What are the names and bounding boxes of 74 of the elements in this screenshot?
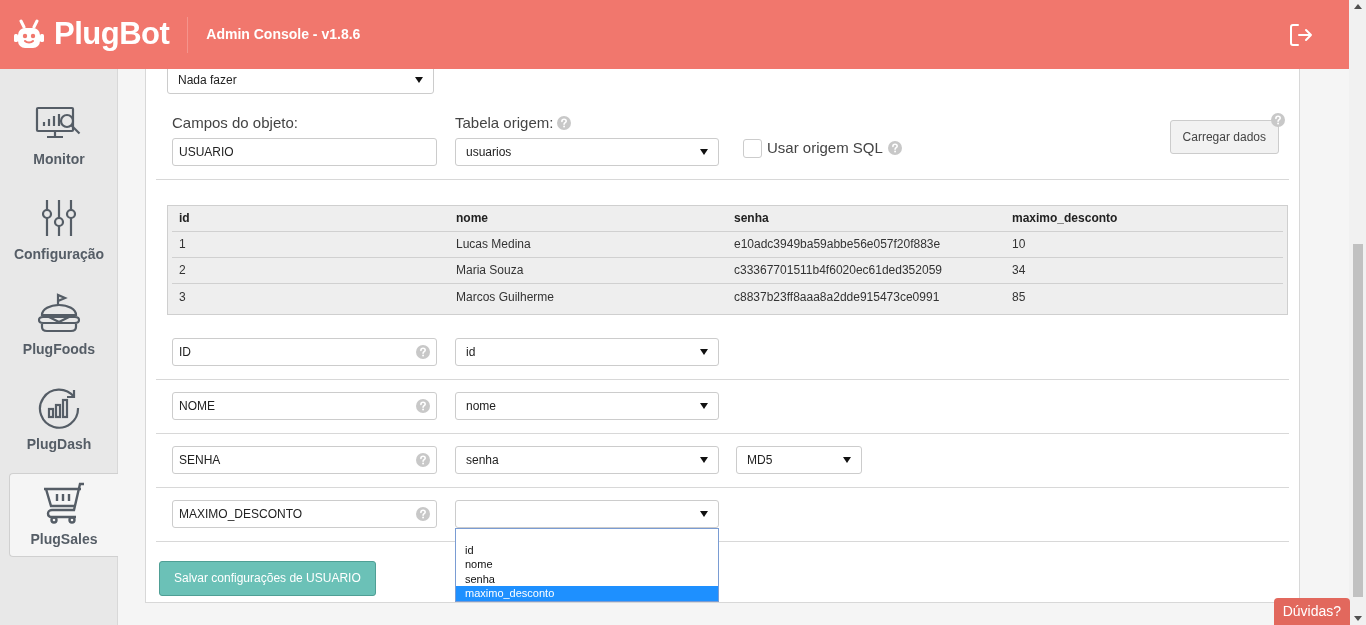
caret-icon: [700, 403, 708, 409]
scrollbar-thumb[interactable]: [1352, 243, 1363, 597]
source-table-select[interactable]: usuarios: [455, 137, 719, 166]
select-value: MD5: [747, 452, 773, 469]
select-value: usuarios: [466, 143, 512, 161]
table-cell-text: 3: [178, 288, 187, 306]
checkbox-label: Usar origem SQL: [767, 138, 883, 158]
sidebar-item[interactable]: Monitor: [0, 93, 118, 177]
field-name-input[interactable]: MAXIMO_DESCONTO: [172, 500, 437, 528]
object-name-field[interactable]: USUARIO: [172, 137, 437, 166]
dropdown-option[interactable]: id: [456, 542, 718, 557]
scrollbar[interactable]: [1349, 0, 1366, 625]
caret-icon: [700, 148, 708, 155]
field-name-input[interactable]: NOME: [172, 392, 437, 420]
select-value: senha: [466, 452, 499, 469]
scroll-up-icon[interactable]: [1353, 4, 1362, 9]
table-cell-text: Lucas Medina: [455, 236, 532, 253]
robot-logo-icon: [14, 18, 44, 51]
column-select[interactable]: [455, 500, 719, 528]
help-icon[interactable]: [416, 345, 430, 359]
help-icon[interactable]: [1271, 113, 1285, 127]
caret-icon: [700, 349, 708, 355]
column-header: maximo_desconto: [1011, 210, 1119, 227]
table-cell-text: c8837b23ff8aaa8a2dde915473ce0991: [733, 288, 941, 306]
sliders-icon: [42, 198, 76, 237]
burger-icon: [37, 292, 81, 333]
checkbox[interactable]: [743, 138, 762, 158]
caret-icon: [843, 457, 851, 463]
logout-icon: [1289, 22, 1313, 47]
table-cell-text: 2: [178, 262, 187, 279]
table-cell-text: e10adc3949ba59abbe56e057f20f883e: [733, 236, 942, 253]
sidebar-item[interactable]: Configuração: [0, 188, 118, 272]
encoding-select[interactable]: MD5: [736, 446, 862, 474]
field-name-input[interactable]: ID: [172, 338, 437, 366]
bar-chart-refresh-icon: [38, 386, 80, 429]
table-cell-text: 85: [1011, 288, 1027, 306]
column-header: id: [178, 210, 191, 227]
help-icon[interactable]: [416, 507, 430, 521]
dropdown-option[interactable]: senha: [456, 571, 718, 586]
field-label: Tabela origem:: [455, 113, 554, 133]
column-select[interactable]: id: [455, 338, 719, 366]
help-icon[interactable]: [416, 399, 430, 413]
logout-button[interactable]: [1289, 22, 1313, 47]
column-header: nome: [455, 210, 489, 227]
monitor-chart-icon: [35, 105, 83, 140]
caret-icon: [700, 511, 708, 517]
brand-name: PlugBot: [54, 15, 170, 54]
load-data-button[interactable]: Carregar dados: [1169, 120, 1279, 154]
table-cell-text: c33367701511b4f6020ec61ded352059: [733, 262, 943, 279]
sidebar-item[interactable]: PlugDash: [0, 378, 118, 462]
column-select[interactable]: senha: [455, 446, 719, 474]
scroll-down-icon[interactable]: [1353, 616, 1362, 621]
table-cell-text: 10: [1011, 236, 1027, 253]
table-cell-text: Marcos Guilherme: [455, 288, 556, 306]
console-title: Admin Console - v1.8.6: [206, 25, 361, 44]
help-icon[interactable]: [557, 116, 572, 131]
sidebar-item[interactable]: PlugFoods: [0, 283, 118, 367]
field-name-input[interactable]: SENHA: [172, 446, 437, 474]
table-cell-text: Maria Souza: [455, 262, 525, 279]
table-cell-text: 34: [1011, 262, 1027, 279]
caret-icon: [700, 457, 708, 463]
help-icon[interactable]: [887, 141, 902, 156]
table-cell-text: 1: [178, 236, 187, 253]
caret-icon: [415, 77, 423, 83]
column-select[interactable]: nome: [455, 392, 719, 420]
sidebar-item[interactable]: PlugSales: [9, 473, 118, 557]
dropdown-option[interactable]: nome: [456, 557, 718, 572]
select-value: Nada fazer: [178, 72, 237, 89]
field-label: Campos do objeto:: [172, 113, 299, 133]
shopping-cart-icon: [42, 481, 86, 524]
select-value: id: [466, 344, 476, 361]
column-header: senha: [733, 210, 770, 227]
help-icon[interactable]: [416, 453, 430, 467]
select-value: nome: [466, 398, 497, 415]
